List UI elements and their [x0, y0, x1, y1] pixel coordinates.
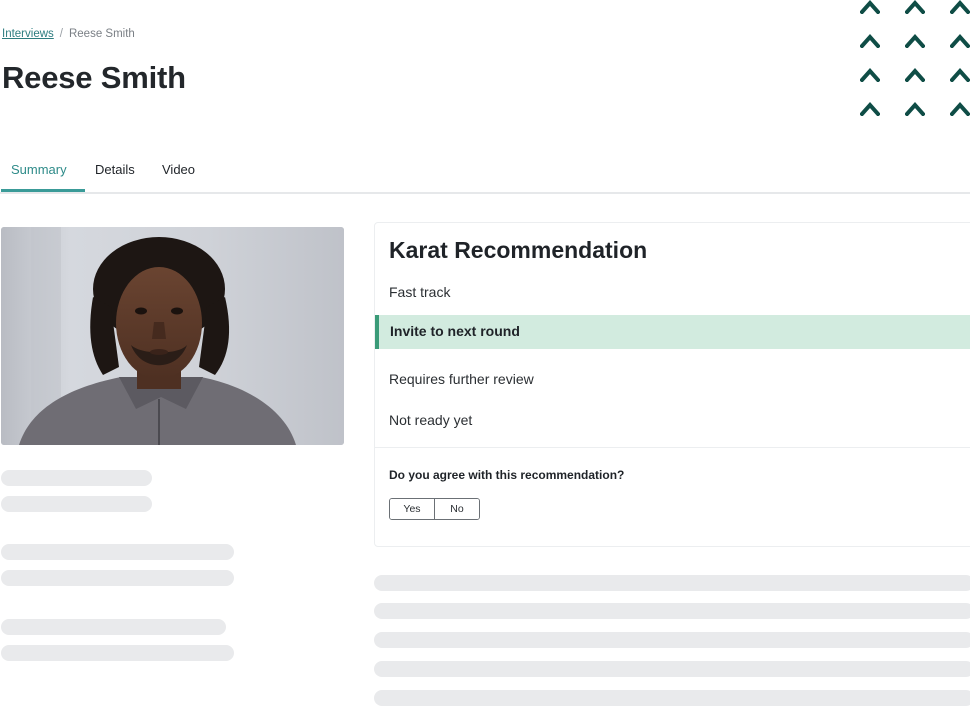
- option-fast-track[interactable]: Fast track: [389, 284, 450, 300]
- chevron-up-icon: [860, 68, 880, 82]
- option-not-ready-yet[interactable]: Not ready yet: [389, 412, 472, 428]
- skeleton-line: [1, 544, 234, 560]
- chevron-up-icon: [905, 34, 925, 48]
- option-invite-to-next-round[interactable]: Invite to next round: [375, 315, 970, 349]
- candidate-video[interactable]: [1, 227, 344, 445]
- decorative-chevron-pattern: [858, 0, 970, 130]
- skeleton-line: [1, 645, 234, 661]
- option-requires-further-review[interactable]: Requires further review: [389, 371, 534, 387]
- no-button[interactable]: No: [435, 499, 479, 519]
- agree-question: Do you agree with this recommendation?: [389, 468, 625, 482]
- skeleton-line: [374, 690, 970, 706]
- interview-page: Interviews / Reese Smith Reese Smith Summa…: [0, 0, 970, 720]
- tab-bar: Summary Details Video: [0, 150, 970, 194]
- chevron-up-icon: [950, 102, 970, 116]
- chevron-up-icon: [905, 68, 925, 82]
- skeleton-line: [1, 619, 226, 635]
- chevron-up-icon: [860, 0, 880, 14]
- tab-summary[interactable]: Summary: [11, 162, 67, 177]
- active-tab-indicator: [1, 189, 85, 192]
- card-divider: [375, 447, 970, 448]
- skeleton-line: [374, 632, 970, 648]
- chevron-up-icon: [950, 34, 970, 48]
- skeleton-line: [1, 470, 152, 486]
- chevron-up-icon: [860, 34, 880, 48]
- candidate-video-frame: [1, 227, 344, 445]
- yes-button[interactable]: Yes: [390, 499, 435, 519]
- chevron-up-icon: [950, 0, 970, 14]
- recommendation-card: Karat Recommendation Fast track Invite t…: [374, 222, 970, 547]
- chevron-up-icon: [905, 0, 925, 14]
- page-title: Reese Smith: [2, 60, 186, 95]
- skeleton-line: [1, 496, 152, 512]
- chevron-up-icon: [860, 102, 880, 116]
- option-label-selected: Invite to next round: [390, 323, 520, 339]
- tab-video[interactable]: Video: [162, 162, 195, 177]
- skeleton-line: [374, 575, 970, 591]
- skeleton-line: [374, 661, 970, 677]
- skeleton-line: [374, 603, 970, 619]
- skeleton-line: [1, 570, 234, 586]
- breadcrumb-separator: /: [59, 28, 63, 40]
- breadcrumb: Interviews / Reese Smith: [2, 28, 135, 40]
- breadcrumb-current: Reese Smith: [68, 28, 135, 40]
- breadcrumb-link-interviews[interactable]: Interviews: [2, 28, 54, 40]
- chevron-up-icon: [950, 68, 970, 82]
- agree-button-group: Yes No: [389, 498, 480, 520]
- chevron-up-icon: [905, 102, 925, 116]
- tab-details[interactable]: Details: [95, 162, 135, 177]
- recommendation-title: Karat Recommendation: [389, 237, 648, 263]
